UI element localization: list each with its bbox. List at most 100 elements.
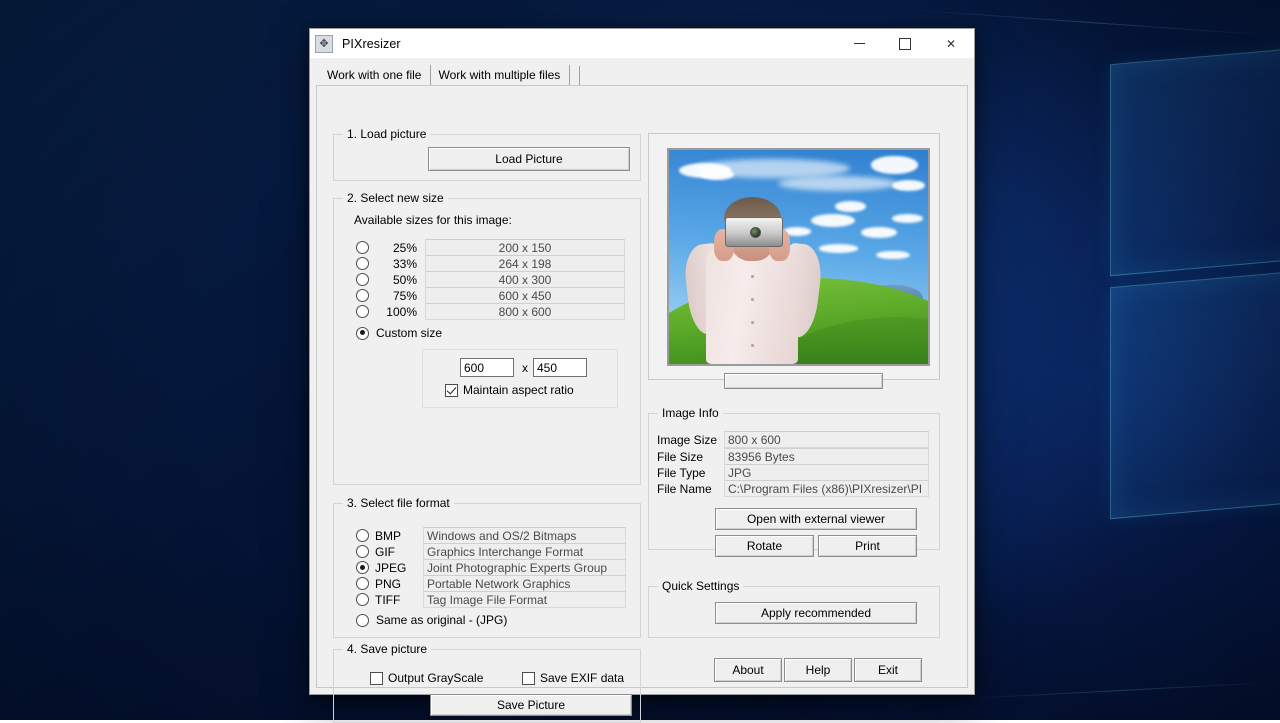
save-exif-label: Save EXIF data (540, 671, 624, 685)
rotate-button[interactable]: Rotate (715, 535, 814, 557)
help-button[interactable]: Help (784, 658, 852, 682)
radio-format-tiff[interactable] (356, 593, 369, 606)
preview-camera (725, 217, 784, 247)
custom-size-option[interactable]: Custom size (356, 326, 442, 340)
format-name-tiff: TIFF (375, 593, 419, 607)
format-description-gif: Graphics Interchange Format (423, 543, 626, 560)
radio-size-50[interactable] (356, 273, 369, 286)
format-name-gif: GIF (375, 545, 419, 559)
group-select-new-size: 2. Select new size Available sizes for t… (333, 198, 641, 485)
size-option-75[interactable]: 75% 600 x 450 (356, 287, 626, 304)
radio-size-25[interactable] (356, 241, 369, 254)
resize-arrows-icon: ✥ (315, 35, 333, 53)
size-option-33[interactable]: 33% 264 x 198 (356, 255, 626, 272)
format-option-bmp[interactable]: BMP Windows and OS/2 Bitmaps (356, 527, 626, 544)
size-percent-100: 100% (375, 305, 417, 319)
preview-cloud (700, 169, 734, 180)
exit-button[interactable]: Exit (854, 658, 922, 682)
tab-work-with-multiple-files[interactable]: Work with multiple files (431, 65, 570, 86)
file-name-value: C:\Program Files (x86)\PIXresizer\PI (724, 480, 929, 497)
image-preview[interactable] (667, 148, 930, 366)
preview-cloud (835, 201, 866, 212)
group-load-picture: 1. Load picture Load Picture (333, 134, 641, 181)
open-with-external-viewer-button[interactable]: Open with external viewer (715, 508, 917, 530)
group-title-image-info: Image Info (658, 406, 723, 420)
tabstrip: Work with one file Work with multiple fi… (320, 62, 974, 86)
size-dimensions-25: 200 x 150 (425, 239, 625, 256)
file-type-label: File Type (657, 466, 705, 480)
maintain-aspect-ratio-checkbox[interactable] (445, 384, 458, 397)
maximize-button[interactable] (882, 29, 928, 58)
format-description-jpeg: Joint Photographic Experts Group (423, 559, 626, 576)
preview-cloud (871, 156, 918, 173)
preview-cloud (861, 227, 897, 238)
preview-shirt-button (751, 344, 754, 347)
radio-size-100[interactable] (356, 305, 369, 318)
maintain-aspect-ratio-label: Maintain aspect ratio (463, 383, 574, 397)
size-option-100[interactable]: 100% 800 x 600 (356, 303, 626, 320)
minimize-button[interactable] (836, 29, 882, 58)
print-button[interactable]: Print (818, 535, 917, 557)
preview-photographer (685, 197, 820, 364)
custom-width-input[interactable] (460, 358, 514, 377)
size-option-50[interactable]: 50% 400 x 300 (356, 271, 626, 288)
group-image-info: Image Info Image Size 800 x 600 File Siz… (648, 413, 940, 550)
apply-recommended-button[interactable]: Apply recommended (715, 602, 917, 624)
group-save-picture: 4. Save picture Output GrayScale Save EX… (333, 649, 641, 723)
load-picture-button[interactable]: Load Picture (428, 147, 630, 171)
tab-work-with-one-file[interactable]: Work with one file (320, 65, 431, 86)
output-grayscale-label: Output GrayScale (388, 671, 483, 685)
group-title-load-picture: 1. Load picture (343, 127, 430, 141)
window-titlebar[interactable]: ✥ PIXresizer ✕ (310, 29, 974, 58)
format-option-same-as-original[interactable]: Same as original - (JPG) (356, 613, 507, 627)
file-name-label: File Name (657, 482, 712, 496)
size-percent-75: 75% (375, 289, 417, 303)
group-title-select-file-format: 3. Select file format (343, 496, 454, 510)
format-description-png: Portable Network Graphics (423, 575, 626, 592)
output-grayscale-row[interactable]: Output GrayScale (370, 671, 483, 685)
format-description-tiff: Tag Image File Format (423, 591, 626, 608)
preview-partial-button[interactable] (724, 373, 883, 389)
available-sizes-label: Available sizes for this image: (354, 213, 512, 227)
radio-format-gif[interactable] (356, 545, 369, 558)
radio-format-same-as-original[interactable] (356, 614, 369, 627)
radio-size-75[interactable] (356, 289, 369, 302)
close-button[interactable]: ✕ (928, 29, 974, 58)
format-option-gif[interactable]: GIF Graphics Interchange Format (356, 543, 626, 560)
radio-format-png[interactable] (356, 577, 369, 590)
radio-format-jpeg[interactable] (356, 561, 369, 574)
format-option-tiff[interactable]: TIFF Tag Image File Format (356, 591, 626, 608)
maintain-aspect-ratio-row[interactable]: Maintain aspect ratio (445, 383, 574, 397)
save-picture-button[interactable]: Save Picture (430, 694, 632, 716)
image-preview-panel (648, 133, 940, 380)
group-title-select-new-size: 2. Select new size (343, 191, 448, 205)
preview-shirt-button (751, 321, 754, 324)
size-dimensions-100: 800 x 600 (425, 303, 625, 320)
preview-cloud (876, 251, 910, 260)
save-exif-row[interactable]: Save EXIF data (522, 671, 624, 685)
radio-custom-size[interactable] (356, 327, 369, 340)
same-as-original-label: Same as original - (JPG) (376, 613, 507, 627)
preview-shirt (706, 244, 798, 364)
size-percent-33: 33% (375, 257, 417, 271)
wallpaper-light-streak (960, 682, 1280, 700)
size-option-25[interactable]: 25% 200 x 150 (356, 239, 626, 256)
custom-size-label: Custom size (376, 326, 442, 340)
group-quick-settings: Quick Settings Apply recommended (648, 586, 940, 638)
output-grayscale-checkbox[interactable] (370, 672, 383, 685)
save-exif-checkbox[interactable] (522, 672, 535, 685)
group-title-quick-settings: Quick Settings (658, 579, 743, 593)
format-option-png[interactable]: PNG Portable Network Graphics (356, 575, 626, 592)
radio-size-33[interactable] (356, 257, 369, 270)
preview-cloud (892, 214, 923, 223)
size-dimensions-75: 600 x 450 (425, 287, 625, 304)
about-button[interactable]: About (714, 658, 782, 682)
size-percent-50: 50% (375, 273, 417, 287)
custom-height-input[interactable] (533, 358, 587, 377)
radio-format-bmp[interactable] (356, 529, 369, 542)
file-type-value: JPG (724, 464, 929, 481)
preview-camera-lens (750, 227, 761, 238)
format-option-jpeg[interactable]: JPEG Joint Photographic Experts Group (356, 559, 626, 576)
size-percent-25: 25% (375, 241, 417, 255)
group-title-save-picture: 4. Save picture (343, 642, 431, 656)
